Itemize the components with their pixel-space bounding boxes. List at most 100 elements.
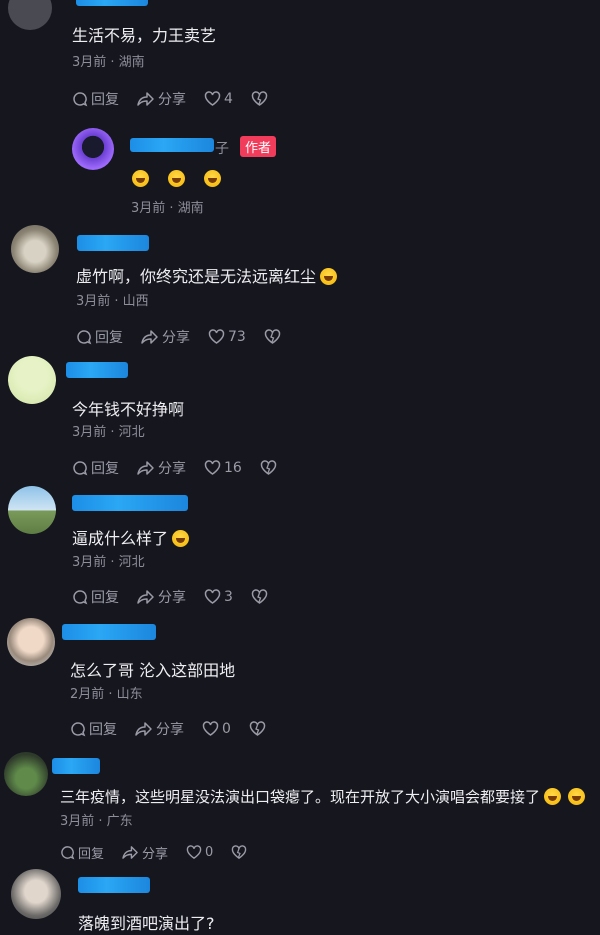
like-button[interactable]: 73: [208, 329, 246, 345]
like-button[interactable]: 0: [186, 845, 213, 860]
avatar[interactable]: [7, 618, 55, 666]
like-count: 73: [228, 329, 246, 345]
author-avatar[interactable]: [72, 128, 114, 170]
share-button[interactable]: 分享: [141, 327, 190, 347]
like-button[interactable]: 16: [204, 460, 242, 476]
reply-label: 回复: [91, 92, 119, 108]
share-icon: [137, 590, 154, 604]
broken-heart-icon: [251, 91, 268, 106]
comment-meta: 3月前 · 湖南: [131, 201, 204, 216]
comment-text: 落魄到酒吧演出了?: [78, 914, 215, 933]
redacted-username: [77, 235, 149, 251]
redacted-username: [72, 495, 188, 511]
heart-icon: [186, 845, 202, 859]
comment-meta: 3月前 · 湖南: [72, 55, 145, 70]
reply-button[interactable]: 回复: [76, 327, 123, 347]
comment-actions: 回复 分享 4: [72, 89, 289, 109]
share-button[interactable]: 分享: [122, 843, 168, 862]
avatar[interactable]: [8, 0, 52, 30]
laugh-cry-emoji: [320, 268, 338, 285]
comment-meta: 3月前 · 河北: [72, 555, 145, 570]
comment-text: 生活不易，力王卖艺: [72, 26, 217, 45]
reply-button[interactable]: 回复: [72, 587, 119, 607]
share-label: 分享: [158, 590, 186, 606]
dislike-button[interactable]: [231, 845, 250, 860]
dislike-button[interactable]: [260, 460, 280, 476]
reply-button[interactable]: 回复: [72, 458, 119, 478]
like-button[interactable]: 3: [204, 589, 233, 605]
comment-meta: 3月前 · 河北: [72, 425, 145, 440]
share-label: 分享: [156, 722, 184, 738]
author-badge: 作者: [240, 136, 277, 157]
reply-button[interactable]: 回复: [60, 843, 104, 862]
share-button[interactable]: 分享: [137, 89, 186, 109]
reply-button[interactable]: 回复: [70, 719, 117, 739]
reply-label: 回复: [89, 722, 117, 738]
reply-label: 回复: [95, 330, 123, 346]
reply-label: 回复: [91, 461, 119, 477]
redacted-username: [62, 624, 156, 640]
avatar[interactable]: [11, 225, 59, 273]
comment-actions: 回复 分享 73: [76, 327, 302, 347]
share-label: 分享: [158, 461, 186, 477]
heart-icon: [204, 589, 221, 604]
username-tail: 子: [215, 141, 229, 157]
share-button[interactable]: 分享: [135, 719, 184, 739]
redacted-username: [52, 758, 100, 774]
comment-text: 虚竹啊，你终究还是无法远离红尘: [76, 263, 338, 287]
comment-actions: 回复 分享 0: [60, 843, 268, 862]
share-button[interactable]: 分享: [137, 458, 186, 478]
dislike-button[interactable]: [249, 721, 269, 737]
reply-icon: [71, 722, 86, 737]
broken-heart-icon: [232, 845, 247, 859]
laugh-cry-emoji: [172, 530, 190, 547]
reply-icon: [73, 461, 88, 476]
comment-actions: 回复 分享 3: [72, 587, 289, 607]
laugh-cry-emoji: [544, 788, 562, 805]
like-count: 0: [222, 721, 231, 737]
share-icon: [137, 92, 154, 106]
reply-icon: [61, 846, 75, 860]
heart-icon: [204, 91, 221, 106]
comment-meta: 3月前 · 广东: [60, 814, 133, 829]
share-label: 分享: [162, 330, 190, 346]
reply-label: 回复: [78, 847, 105, 862]
dislike-button[interactable]: [264, 329, 284, 345]
comment-text: 怎么了哥 沦入这部田地: [70, 661, 236, 680]
like-button[interactable]: 4: [204, 91, 233, 107]
avatar[interactable]: [8, 356, 56, 404]
redacted-username: [78, 877, 150, 893]
avatar[interactable]: [11, 869, 61, 919]
comment-meta: 3月前 · 山西: [76, 294, 149, 309]
share-button[interactable]: 分享: [137, 587, 186, 607]
emoji-row: [132, 169, 222, 188]
heart-icon: [208, 329, 225, 344]
like-count: 0: [205, 845, 214, 860]
laugh-cry-emoji: [168, 170, 186, 187]
share-label: 分享: [142, 847, 169, 862]
dislike-button[interactable]: [251, 589, 271, 605]
share-icon: [137, 461, 154, 475]
comment-meta: 2月前 · 山东: [70, 687, 143, 702]
comment-text: 三年疫情，这些明星没法演出口袋瘪了。现在开放了大小演唱会都要接了: [60, 786, 586, 807]
broken-heart-icon: [260, 460, 277, 475]
reply-icon: [73, 590, 88, 605]
laugh-cry-emoji: [132, 170, 149, 187]
dislike-button[interactable]: [251, 91, 271, 107]
comment-actions: 回复 分享 0: [70, 719, 287, 739]
comment-text: 今年钱不好挣啊: [72, 400, 185, 419]
laugh-cry-emoji: [204, 170, 222, 187]
heart-icon: [202, 721, 219, 736]
avatar[interactable]: [4, 752, 48, 796]
heart-icon: [204, 460, 221, 475]
avatar[interactable]: [8, 486, 56, 534]
reply-button[interactable]: 回复: [72, 89, 119, 109]
reply-icon: [73, 92, 88, 107]
laugh-cry-emoji: [568, 788, 586, 805]
share-icon: [141, 330, 158, 344]
like-button[interactable]: 0: [202, 721, 231, 737]
like-count: 3: [224, 589, 233, 605]
redacted-username: [76, 0, 148, 6]
broken-heart-icon: [249, 721, 266, 736]
like-count: 16: [224, 460, 242, 476]
